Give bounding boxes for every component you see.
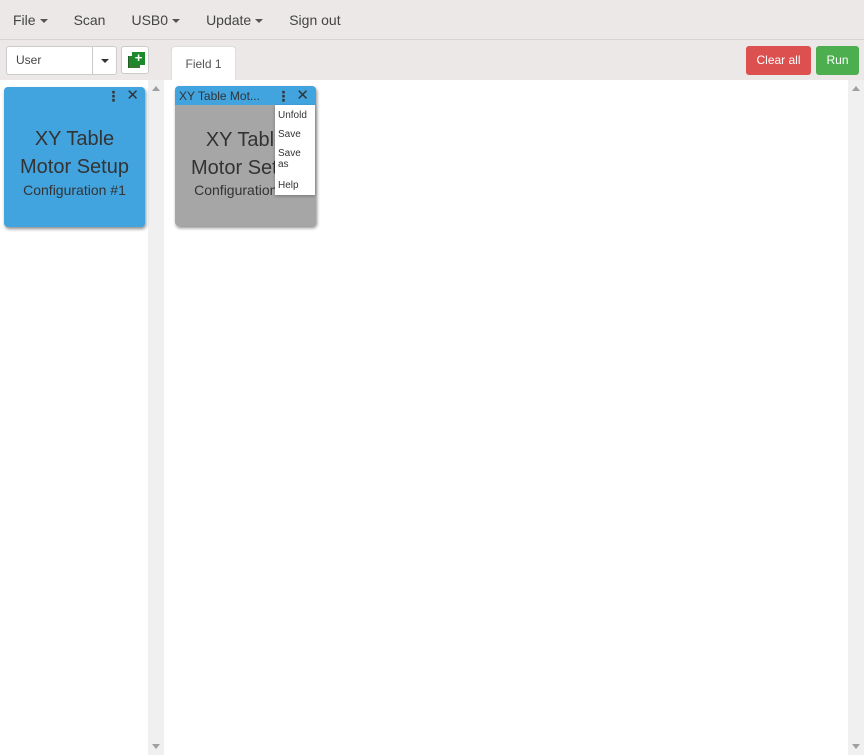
palette-scrollbar[interactable] [148, 80, 164, 755]
block-controls: ⋮ ✕ [276, 88, 309, 103]
caret-down-icon [39, 18, 48, 23]
more-vertical-icon[interactable]: ⋮ [106, 89, 120, 103]
menu-update-label: Update [206, 11, 252, 28]
tab-field-1[interactable]: Field 1 [171, 46, 236, 81]
card-subtitle: Configuration #1 [23, 182, 126, 198]
menu-sign-out-label: Sign out [289, 11, 341, 28]
menu-usb0-label: USB0 [131, 11, 169, 28]
menu-sign-out[interactable]: Sign out [289, 12, 340, 28]
run-button[interactable]: Run [816, 46, 859, 75]
scroll-down-arrow-icon[interactable] [152, 744, 160, 749]
more-vertical-icon[interactable]: ⋮ [276, 89, 290, 103]
user-select[interactable]: User [6, 46, 117, 75]
user-select-toggle[interactable] [92, 47, 116, 74]
block-context-menu: Unfold Save Save as Help [275, 105, 315, 195]
user-select-value: User [16, 53, 42, 67]
scroll-up-arrow-icon[interactable] [152, 86, 160, 91]
menu-update[interactable]: Update [206, 11, 264, 28]
menu-item-save-as[interactable]: Save as [278, 148, 308, 170]
palette-card[interactable]: ⋮ ✕ XY Table Motor Setup Configuration #… [4, 87, 145, 227]
toolbar: User + Field 1 Clear all Run [0, 40, 864, 81]
menu-item-unfold[interactable]: Unfold [278, 110, 307, 121]
menu-scan[interactable]: Scan [74, 12, 106, 28]
card-title-line1: XY Table [34, 128, 115, 150]
workspace-scrollbar[interactable] [848, 80, 864, 755]
add-block-button[interactable]: + [121, 46, 149, 74]
caret-down-icon [255, 18, 264, 23]
menu-bar: File Scan USB0 Update Sign out [0, 0, 864, 40]
card-controls: ⋮ ✕ [106, 88, 139, 103]
menu-scan-label: Scan [73, 11, 106, 28]
scroll-down-arrow-icon[interactable] [852, 744, 860, 749]
add-block-icon: + [132, 51, 145, 65]
block-header-title: XY Table Mot... [179, 89, 260, 103]
caret-down-icon [100, 58, 109, 63]
menu-usb0[interactable]: USB0 [131, 11, 181, 28]
close-icon[interactable]: ✕ [296, 88, 309, 103]
caret-down-icon [172, 18, 181, 23]
menu-file-label: File [13, 11, 36, 28]
scroll-up-arrow-icon[interactable] [852, 86, 860, 91]
menu-item-save[interactable]: Save [278, 129, 301, 140]
close-icon[interactable]: ✕ [126, 88, 139, 103]
menu-file[interactable]: File [13, 12, 48, 28]
card-title: XY Table Motor Setup [4, 125, 145, 181]
clear-all-button[interactable]: Clear all [746, 46, 811, 75]
card-title-line2: Motor Setup [20, 156, 129, 178]
menu-item-help[interactable]: Help [278, 180, 299, 191]
